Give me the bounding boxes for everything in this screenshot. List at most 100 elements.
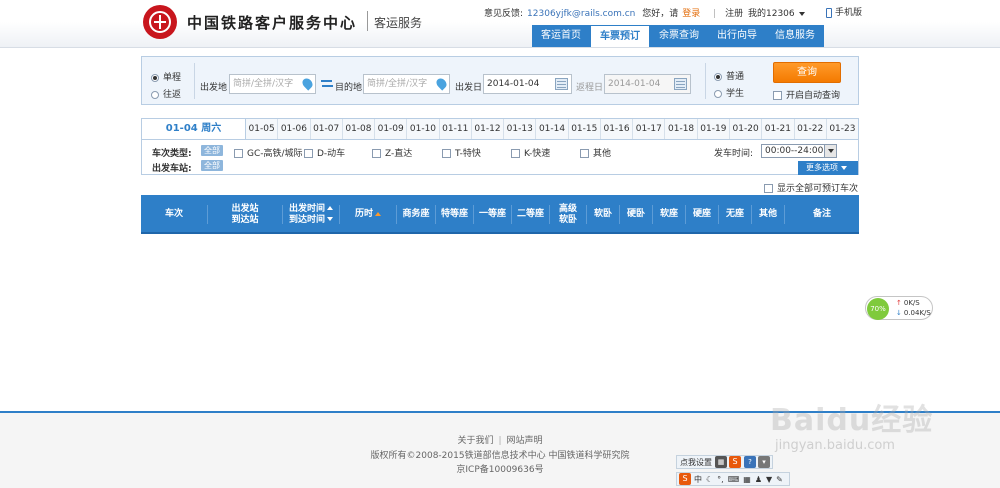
date-tab[interactable]: 01-12 bbox=[471, 119, 505, 139]
sort-up-icon[interactable] bbox=[327, 206, 333, 210]
train-type-all-button[interactable]: 全部 bbox=[201, 145, 223, 156]
col-time[interactable]: 出发时间 到达时间 bbox=[283, 195, 339, 234]
ime-language[interactable]: 中 bbox=[694, 474, 702, 485]
col-remark: 备注 bbox=[785, 195, 859, 234]
person-icon[interactable]: ♟ bbox=[755, 475, 762, 484]
col-duration-label: 历时 bbox=[354, 209, 373, 219]
date-tab[interactable]: 01-16 bbox=[600, 119, 634, 139]
student-ticket-radio[interactable]: 学生 bbox=[714, 86, 744, 99]
site-name[interactable]: 中国铁路客户服务中心 bbox=[187, 12, 357, 33]
depart-station-all-button[interactable]: 全部 bbox=[201, 160, 223, 171]
sogou-logo-icon[interactable]: S bbox=[679, 473, 691, 485]
date-tab[interactable]: 01-11 bbox=[439, 119, 472, 139]
type-z-checkbox[interactable]: Z-直达 bbox=[372, 146, 412, 159]
col-premium-label: 高级 bbox=[558, 203, 577, 214]
network-speed-widget[interactable]: 70% ↑ 0K/S ↓ 0.04K/S bbox=[865, 296, 933, 320]
col-hard-seat-label: 硬座 bbox=[692, 209, 711, 219]
date-tab[interactable]: 01-23 bbox=[826, 119, 859, 139]
type-k-checkbox[interactable]: K-快速 bbox=[511, 146, 550, 159]
col-duration[interactable]: 历时 bbox=[340, 195, 396, 234]
calendar-icon[interactable] bbox=[674, 78, 687, 90]
shirt-icon[interactable]: ▼ bbox=[766, 475, 772, 484]
return-date-input[interactable]: 2014-01-04 bbox=[604, 74, 691, 94]
wrench-icon[interactable]: ✎ bbox=[776, 475, 783, 484]
feedback-email-link[interactable]: 12306yjfk@rails.com.cn bbox=[527, 9, 635, 19]
my12306-menu[interactable]: 我的12306 bbox=[748, 6, 805, 19]
oneway-radio[interactable]: 单程 bbox=[151, 70, 181, 83]
login-link[interactable]: 登录 bbox=[682, 9, 700, 19]
ime-toolbar[interactable]: S 中 ☾ °, ⌨ ▦ ♟ ▼ ✎ bbox=[676, 472, 790, 486]
ime-settings-bar[interactable]: 点我设置 ▦ S ? ▾ bbox=[676, 455, 773, 469]
date-tab[interactable]: 01-10 bbox=[407, 119, 440, 139]
normal-label: 普通 bbox=[726, 72, 745, 82]
help-icon[interactable]: ? bbox=[744, 456, 756, 468]
from-station-input[interactable]: 简拼/全拼/汉字 bbox=[229, 74, 316, 94]
roundtrip-radio[interactable]: 往返 bbox=[151, 87, 181, 100]
auto-query-checkbox[interactable]: 开启自动查询 bbox=[773, 88, 840, 101]
checkbox-icon bbox=[234, 149, 243, 158]
date-tab[interactable]: 01-07 bbox=[310, 119, 343, 139]
keyboard-icon[interactable]: ▦ bbox=[715, 456, 727, 468]
date-tab-current[interactable]: 01-04 周六 bbox=[142, 119, 246, 139]
nav-info-service[interactable]: 信息服务 bbox=[766, 25, 824, 47]
type-d-checkbox[interactable]: D-动车 bbox=[304, 146, 345, 159]
upload-speed-value: 0K/S bbox=[903, 299, 920, 307]
mobile-label: 手机版 bbox=[835, 8, 863, 18]
date-tab[interactable]: 01-08 bbox=[342, 119, 376, 139]
to-label: 目的地 bbox=[335, 83, 363, 93]
checkbox-icon bbox=[764, 184, 773, 193]
date-tab[interactable]: 01-18 bbox=[665, 119, 698, 139]
sort-down-icon[interactable] bbox=[327, 217, 333, 221]
about-link[interactable]: 关于我们 bbox=[457, 436, 493, 446]
moon-icon[interactable]: ☾ bbox=[706, 475, 713, 484]
statement-link[interactable]: 网站声明 bbox=[507, 436, 543, 446]
col-hard-sleeper: 硬卧 bbox=[620, 195, 652, 234]
grid-icon[interactable]: ▦ bbox=[743, 475, 751, 484]
nav-ticket-booking[interactable]: 车票预订 bbox=[590, 25, 650, 47]
punctuation-icon[interactable]: °, bbox=[717, 475, 724, 484]
more-options-button[interactable]: 更多选项 bbox=[798, 161, 858, 175]
date-tab[interactable]: 01-05 bbox=[246, 119, 279, 139]
show-all-trains-checkbox[interactable]: 显示全部可预订车次 bbox=[764, 181, 858, 194]
chevron-down-icon[interactable]: ▾ bbox=[758, 456, 770, 468]
date-tab[interactable]: 01-15 bbox=[568, 119, 601, 139]
col-station[interactable]: 出发站 到达站 bbox=[208, 195, 282, 234]
register-link[interactable]: 注册 bbox=[725, 9, 743, 19]
query-button[interactable]: 查询 bbox=[773, 62, 841, 83]
type-other-checkbox[interactable]: 其他 bbox=[580, 146, 611, 159]
swap-stations-icon[interactable] bbox=[321, 79, 333, 89]
ime-settings-label[interactable]: 点我设置 bbox=[677, 457, 715, 468]
location-pin-icon[interactable] bbox=[434, 76, 449, 91]
date-tab[interactable]: 01-22 bbox=[794, 119, 827, 139]
col-remark-label: 备注 bbox=[812, 209, 831, 219]
date-tab[interactable]: 01-21 bbox=[762, 119, 795, 139]
col-train: 车次 bbox=[141, 195, 207, 234]
date-tab[interactable]: 01-06 bbox=[278, 119, 311, 139]
date-tab[interactable]: 01-14 bbox=[536, 119, 569, 139]
arrow-down-icon: ↓ bbox=[896, 309, 902, 317]
keyboard-icon[interactable]: ⌨ bbox=[728, 475, 740, 484]
date-tab[interactable]: 01-20 bbox=[729, 119, 763, 139]
col-hard-seat: 硬座 bbox=[686, 195, 718, 234]
date-tab[interactable]: 01-19 bbox=[697, 119, 730, 139]
date-tab[interactable]: 01-13 bbox=[504, 119, 537, 139]
depart-time-select[interactable]: 00:00--24:00 bbox=[761, 144, 837, 158]
col-soft-sleeper-label: 软卧 bbox=[593, 209, 612, 219]
normal-ticket-radio[interactable]: 普通 bbox=[714, 69, 744, 82]
to-station-input[interactable]: 简拼/全拼/汉字 bbox=[363, 74, 450, 94]
calendar-icon[interactable] bbox=[555, 78, 568, 90]
type-gc-checkbox[interactable]: GC-高铁/城际 bbox=[234, 146, 303, 159]
nav-remaining-tickets[interactable]: 余票查询 bbox=[650, 25, 708, 47]
mobile-link[interactable]: 手机版 bbox=[826, 5, 862, 18]
location-pin-icon[interactable] bbox=[300, 76, 315, 91]
railway-logo-icon[interactable] bbox=[143, 5, 177, 39]
nav-travel-guide[interactable]: 出行向导 bbox=[708, 25, 766, 47]
date-tab[interactable]: 01-17 bbox=[633, 119, 666, 139]
sogou-logo-icon[interactable]: S bbox=[729, 456, 741, 468]
date-tab[interactable]: 01-09 bbox=[375, 119, 408, 139]
type-t-checkbox[interactable]: T-特快 bbox=[442, 146, 481, 159]
sort-up-icon[interactable] bbox=[375, 211, 381, 216]
site-subtitle: 客运服务 bbox=[374, 16, 423, 30]
nav-home[interactable]: 客运首页 bbox=[532, 25, 590, 47]
depart-date-input[interactable]: 2014-01-04 bbox=[483, 74, 572, 94]
